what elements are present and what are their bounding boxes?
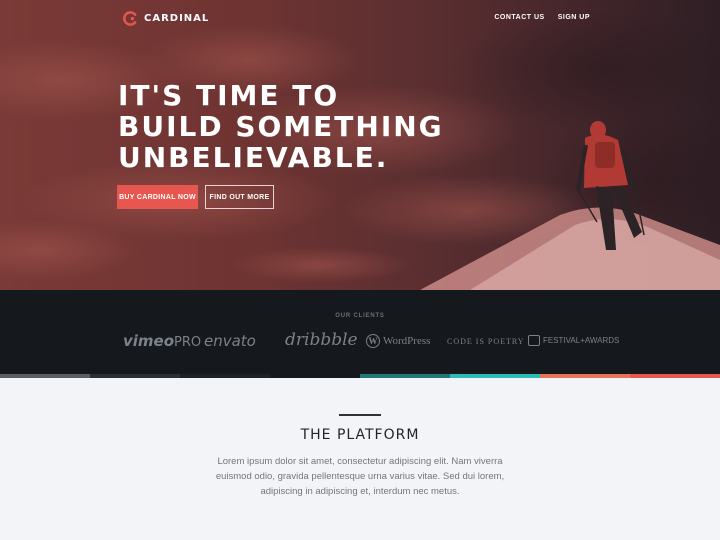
platform-section: THE PLATFORM Lorem ipsum dolor sit amet,…	[0, 378, 720, 540]
nav-contact-us[interactable]: CONTACT US	[494, 14, 544, 21]
dribbble-logo: dribbble	[285, 330, 358, 350]
hero-headline: IT'S TIME TO BUILD SOMETHING UNBELIEVABL…	[118, 80, 444, 173]
festival-awards-logo: FESTIVAL+AWARDS	[528, 335, 619, 346]
platform-title: THE PLATFORM	[300, 427, 420, 443]
platform-description: Lorem ipsum dolor sit amet, consectetur …	[215, 456, 505, 497]
vimeo-pro-logo: vimeoPRO	[123, 332, 201, 350]
wordpress-icon: W	[366, 334, 380, 348]
cardinal-logo-icon	[123, 11, 137, 26]
hero-section: CARDINAL CONTACT US SIGN UP IT'S TIME TO…	[0, 0, 720, 290]
vimeo-text: vimeo	[123, 332, 175, 350]
vimeo-pro-text: PRO	[174, 335, 202, 350]
section-divider	[339, 414, 381, 416]
headline-line-2: BUILD SOMETHING	[118, 110, 444, 143]
festival-icon	[528, 335, 540, 346]
brand-logo[interactable]: CARDINAL	[123, 11, 209, 26]
festival-text: FESTIVAL+AWARDS	[543, 336, 620, 345]
nav-links: CONTACT US SIGN UP	[494, 14, 590, 21]
brand-name: CARDINAL	[144, 13, 210, 24]
find-out-more-button[interactable]: FIND OUT MORE	[205, 185, 274, 209]
headline-line-1: IT'S TIME TO	[118, 79, 340, 112]
wordpress-logo: W WordPress	[366, 334, 430, 348]
top-nav: CARDINAL CONTACT US SIGN UP	[0, 0, 720, 40]
wordpress-text: WordPress	[383, 335, 431, 347]
envato-logo: envato	[204, 332, 256, 350]
nav-sign-up[interactable]: SIGN UP	[558, 14, 590, 21]
buy-cardinal-button[interactable]: BUY CARDINAL NOW	[117, 185, 198, 209]
clients-label: OUR CLIENTS	[335, 313, 385, 319]
code-is-poetry-logo: CODE IS POETRY	[447, 337, 525, 346]
headline-line-3: UNBELIEVABLE.	[118, 141, 389, 174]
clients-section: OUR CLIENTS vimeoPRO envato dribbble W W…	[0, 290, 720, 375]
